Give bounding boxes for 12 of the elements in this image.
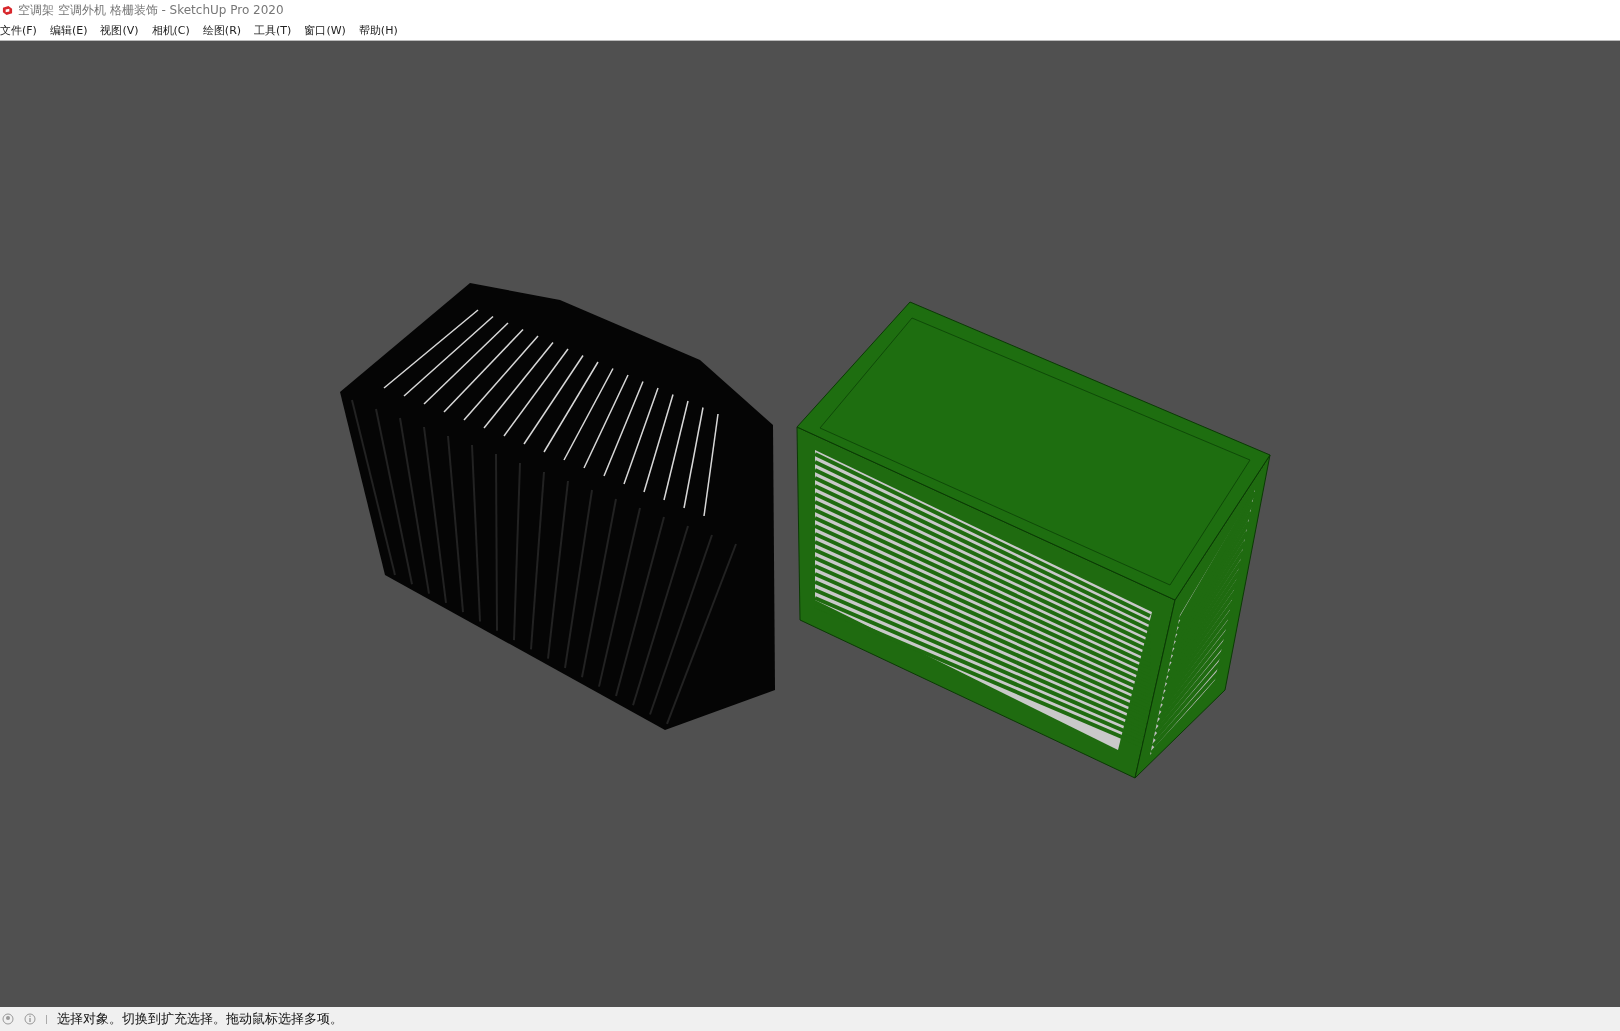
geo-location-icon[interactable] bbox=[2, 1013, 14, 1025]
status-text: 选择对象。切换到扩充选择。拖动鼠标选择多项。 bbox=[57, 1010, 343, 1028]
menu-item[interactable]: 帮助(H) bbox=[358, 22, 398, 38]
window-title: 空调架 空调外机 格栅装饰 - SketchUp Pro 2020 bbox=[18, 1, 284, 19]
info-icon[interactable] bbox=[24, 1013, 36, 1025]
menu-item[interactable]: 窗口(W) bbox=[304, 22, 346, 38]
menu-item[interactable]: 视图(V) bbox=[100, 22, 139, 38]
menu-item[interactable]: 编辑(E) bbox=[49, 22, 88, 38]
menu-item[interactable]: 文件(F) bbox=[0, 22, 37, 38]
menu-item[interactable]: 相机(C) bbox=[151, 22, 190, 38]
menu-item[interactable]: 绘图(R) bbox=[202, 22, 242, 38]
menu-item[interactable]: 工具(T) bbox=[254, 22, 292, 38]
